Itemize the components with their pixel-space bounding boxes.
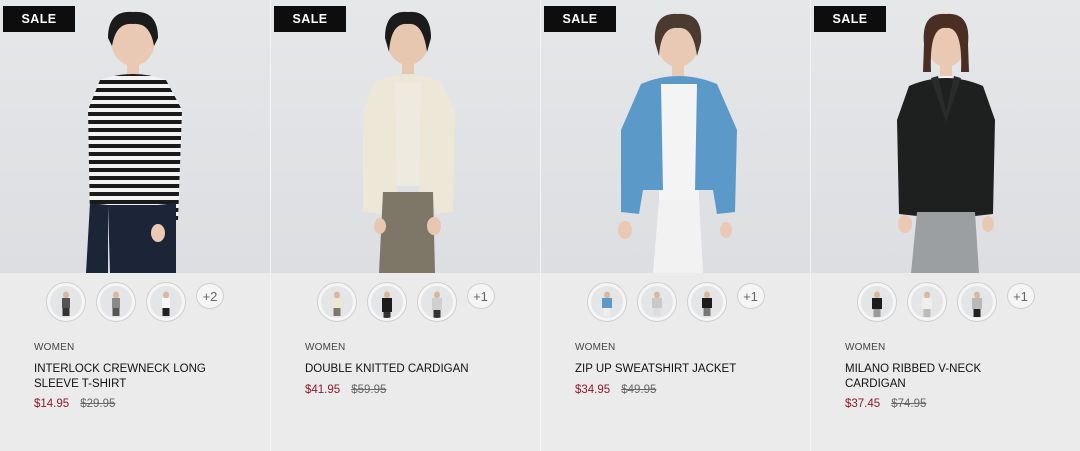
product-name[interactable]: MILANO RIBBED V-NECK CARDIGAN xyxy=(845,362,1035,391)
product-image[interactable]: SALE xyxy=(271,0,540,273)
product-card-3[interactable]: SALE +1 WOMEN ZIP UP SWEATSHIRT JACKET $… xyxy=(540,0,810,451)
sale-price: $14.95 xyxy=(34,398,70,410)
model-zip-jacket-image xyxy=(618,13,737,273)
swatch-black[interactable] xyxy=(856,282,897,322)
product-info: WOMEN DOUBLE KNITTED CARDIGAN $41.95 $59… xyxy=(305,342,520,396)
price-row: $41.95 $59.95 xyxy=(305,384,520,396)
product-info: WOMEN ZIP UP SWEATSHIRT JACKET $34.95 $4… xyxy=(575,342,790,396)
sale-badge: SALE xyxy=(544,6,616,32)
product-image[interactable]: SALE xyxy=(0,0,270,273)
original-price: $29.95 xyxy=(80,398,116,410)
original-price: $49.95 xyxy=(621,383,657,396)
color-swatches: +2 xyxy=(0,282,270,322)
product-image[interactable]: SALE xyxy=(541,0,810,273)
color-swatches: +1 xyxy=(811,282,1080,322)
product-name[interactable]: INTERLOCK CREWNECK LONG SLEEVE T-SHIRT xyxy=(34,362,224,391)
product-card-2[interactable]: SALE +1 WOMEN DOUBLE KNITTED CARDIGAN $4… xyxy=(270,0,540,451)
sale-price: $37.45 xyxy=(845,398,881,410)
product-grid: SALE +2 WOMEN INTERLOCK CREWNECK LONG SL… xyxy=(0,0,1080,451)
product-name[interactable]: DOUBLE KNITTED CARDIGAN xyxy=(305,362,495,377)
swatch-light-gray[interactable] xyxy=(636,282,677,322)
color-swatches: +1 xyxy=(541,282,810,322)
sale-badge: SALE xyxy=(3,6,75,32)
swatch-ivory[interactable] xyxy=(316,282,357,322)
swatch-gray[interactable] xyxy=(96,282,136,322)
more-colors-button[interactable]: +2 xyxy=(196,283,224,309)
product-category: WOMEN xyxy=(305,342,346,353)
model-cardigan-image xyxy=(363,11,455,273)
color-swatches: +1 xyxy=(271,282,540,322)
swatch-black-stripe[interactable] xyxy=(46,282,86,322)
product-card-1[interactable]: SALE +2 WOMEN INTERLOCK CREWNECK LONG SL… xyxy=(0,0,270,451)
sale-badge: SALE xyxy=(814,6,886,32)
swatch-blue[interactable] xyxy=(586,282,627,322)
original-price: $59.95 xyxy=(351,383,387,396)
more-colors-button[interactable]: +1 xyxy=(466,283,495,309)
model-vneck-cardigan-image xyxy=(897,13,995,273)
product-image[interactable]: SALE xyxy=(811,0,1080,273)
swatch-gray[interactable] xyxy=(956,282,997,322)
product-card-4[interactable]: SALE +1 WOMEN MILANO RIBBED V-NECK CARDI… xyxy=(810,0,1080,451)
original-price: $74.95 xyxy=(891,398,927,410)
swatch-white[interactable] xyxy=(146,282,186,322)
swatch-light-gray[interactable] xyxy=(416,282,457,322)
swatch-off-white[interactable] xyxy=(906,282,947,322)
more-colors-button[interactable]: +1 xyxy=(736,283,765,309)
product-category: WOMEN xyxy=(845,342,886,353)
sale-price: $41.95 xyxy=(305,383,341,396)
swatch-black[interactable] xyxy=(686,282,727,322)
price-row: $14.95 $29.95 xyxy=(34,398,250,410)
product-category: WOMEN xyxy=(34,342,75,353)
price-row: $34.95 $49.95 xyxy=(575,384,790,396)
sale-badge: SALE xyxy=(274,6,346,32)
sale-price: $34.95 xyxy=(575,383,611,396)
model-striped-tee-image xyxy=(86,11,182,273)
product-info: WOMEN INTERLOCK CREWNECK LONG SLEEVE T-S… xyxy=(34,342,250,410)
swatch-black[interactable] xyxy=(366,282,407,322)
price-row: $37.45 $74.95 xyxy=(845,398,1060,410)
product-category: WOMEN xyxy=(575,342,616,353)
product-info: WOMEN MILANO RIBBED V-NECK CARDIGAN $37.… xyxy=(845,342,1060,410)
product-name[interactable]: ZIP UP SWEATSHIRT JACKET xyxy=(575,362,765,377)
more-colors-button[interactable]: +1 xyxy=(1006,283,1035,309)
